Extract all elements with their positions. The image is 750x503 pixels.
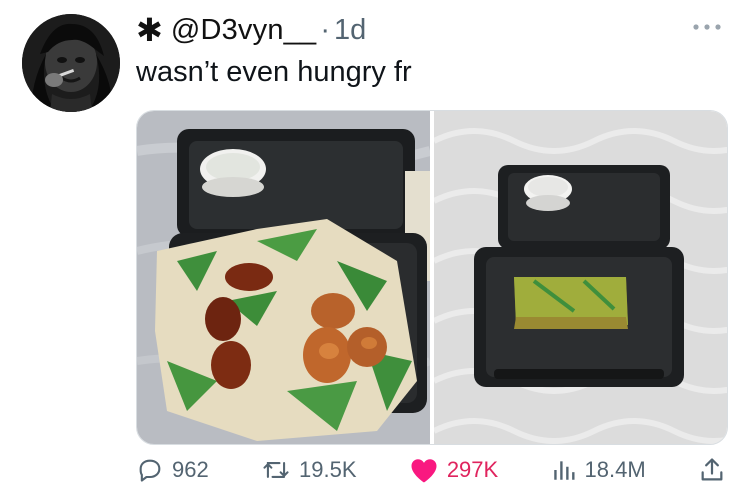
reply-icon	[136, 456, 164, 484]
views-button[interactable]: 18.4M	[551, 457, 646, 483]
photo-empty-container[interactable]	[432, 111, 727, 444]
retweet-count: 19.5K	[299, 457, 357, 482]
verified-mark: ✱	[136, 12, 163, 48]
like-button[interactable]: 297K	[409, 456, 498, 484]
share-button[interactable]	[698, 456, 726, 484]
retweet-icon	[261, 456, 291, 484]
avatar-image	[22, 14, 120, 112]
retweet-button[interactable]: 19.5K	[261, 456, 357, 484]
reply-button[interactable]: 962	[136, 456, 209, 484]
action-bar: 962 19.5K 297K 18.4M	[136, 450, 726, 490]
avatar[interactable]	[22, 14, 120, 112]
user-handle[interactable]: @D3vyn__	[171, 14, 317, 47]
media-grid	[136, 110, 728, 445]
more-icon[interactable]	[692, 20, 722, 34]
photo-food-container[interactable]	[137, 111, 433, 444]
separator-dot: ·	[320, 13, 330, 46]
tweet-text: wasn’t even hungry fr	[136, 56, 412, 88]
heart-icon	[409, 456, 439, 484]
like-count: 297K	[446, 457, 499, 482]
views-count: 18.4M	[584, 457, 646, 482]
views-icon	[551, 457, 577, 483]
share-icon	[698, 456, 726, 484]
tweet-header: ✱ @D3vyn__ · 1d	[136, 12, 366, 48]
reply-count: 962	[172, 457, 209, 482]
timestamp[interactable]: 1d	[334, 14, 366, 47]
